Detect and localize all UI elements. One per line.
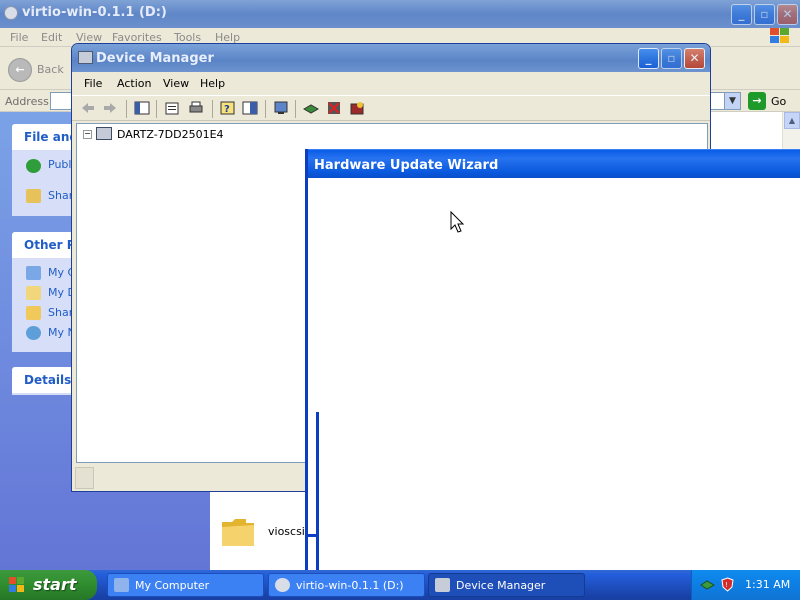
- maximize-button[interactable]: ▫: [754, 4, 775, 25]
- folder-item-vioscsi[interactable]: vioscsi: [218, 512, 308, 552]
- menu-file[interactable]: File: [84, 77, 102, 90]
- explorer-title: virtio-win-0.1.1 (D:): [22, 5, 167, 20]
- menu-file[interactable]: File: [10, 31, 28, 44]
- windows-logo-icon: [9, 577, 24, 592]
- close-button[interactable]: ✕: [684, 48, 705, 69]
- status-pane: [75, 467, 94, 489]
- taskbar-button-my-computer[interactable]: My Computer: [107, 573, 264, 597]
- scan-hardware-icon[interactable]: [273, 100, 289, 116]
- system-tray: ! 1:31 AM: [691, 570, 800, 600]
- properties-icon[interactable]: [164, 100, 180, 116]
- globe-icon: [26, 159, 41, 173]
- documents-folder-icon: [26, 286, 41, 300]
- share-folder-icon: [26, 189, 41, 203]
- back-arrow-icon[interactable]: ←: [8, 58, 32, 82]
- taskbar-button-label: Device Manager: [456, 579, 546, 592]
- window-border-artifact: [305, 534, 319, 537]
- show-hide-tree-icon[interactable]: [134, 100, 150, 116]
- device-manager-title: Device Manager: [96, 51, 214, 66]
- taskbar-button-label: My Computer: [135, 579, 210, 592]
- computer-icon: [96, 127, 112, 140]
- toolbar-separator: [212, 100, 213, 118]
- hardware-device-icon[interactable]: [700, 577, 715, 592]
- cd-drive-icon: [4, 6, 18, 20]
- cd-drive-icon: [275, 578, 290, 592]
- back-label[interactable]: Back: [37, 63, 64, 76]
- wizard-title: Hardware Update Wizard: [314, 158, 499, 173]
- device-manager-toolbar: ?: [72, 95, 710, 121]
- address-dropdown-icon[interactable]: ▼: [724, 92, 741, 110]
- menu-action[interactable]: Action: [117, 77, 151, 90]
- menu-help[interactable]: Help: [200, 77, 225, 90]
- uninstall-device-icon[interactable]: [349, 100, 365, 116]
- menu-view[interactable]: View: [163, 77, 189, 90]
- folder-icon: [222, 519, 254, 546]
- hardware-update-wizard-window: Hardware Update Wizard: [305, 149, 800, 570]
- device-manager-menu-bar: File Action View Help: [72, 72, 710, 94]
- close-button[interactable]: ✕: [777, 4, 798, 25]
- taskbar-button-virtio-win[interactable]: virtio-win-0.1.1 (D:): [268, 573, 425, 597]
- taskbar: start My Computer virtio-win-0.1.1 (D:) …: [0, 570, 800, 600]
- start-label: start: [33, 575, 77, 594]
- scroll-up-arrow-icon[interactable]: ▲: [784, 112, 800, 129]
- view-icon[interactable]: [242, 100, 258, 116]
- minimize-button[interactable]: _: [638, 48, 659, 69]
- taskbar-button-device-manager[interactable]: Device Manager: [428, 573, 585, 597]
- go-label[interactable]: Go: [771, 95, 786, 108]
- toolbar-separator: [265, 100, 266, 118]
- svg-text:!: !: [725, 581, 728, 589]
- folder-label: vioscsi: [268, 525, 305, 538]
- tree-root-computer[interactable]: DARTZ-7DD2501E4: [117, 128, 224, 141]
- svg-text:?: ?: [224, 104, 230, 115]
- clock[interactable]: 1:31 AM: [745, 578, 790, 591]
- back-arrow-icon[interactable]: [80, 100, 96, 116]
- toolbar-separator: [295, 100, 296, 118]
- windows-logo-icon: [770, 28, 789, 43]
- device-manager-icon: [435, 578, 450, 592]
- maximize-button[interactable]: ▫: [661, 48, 682, 69]
- folder-icon: [26, 306, 41, 320]
- computer-icon: [26, 266, 41, 280]
- device-manager-icon: [78, 51, 93, 64]
- update-driver-icon[interactable]: [303, 100, 319, 116]
- forward-arrow-icon[interactable]: [102, 100, 118, 116]
- window-border-artifact: [316, 412, 319, 570]
- computer-icon: [114, 578, 129, 592]
- disable-device-icon[interactable]: [326, 100, 342, 116]
- minimize-button[interactable]: _: [731, 4, 752, 25]
- task-label: Shar: [48, 189, 74, 202]
- place-label: Shar: [48, 306, 74, 319]
- security-shield-icon[interactable]: !: [720, 577, 735, 592]
- address-label: Address: [5, 95, 49, 108]
- device-manager-title-bar[interactable]: Device Manager _ ▫ ✕: [72, 44, 710, 72]
- wizard-title-bar[interactable]: Hardware Update Wizard: [308, 149, 800, 178]
- taskbar-button-label: virtio-win-0.1.1 (D:): [296, 579, 404, 592]
- toolbar-separator: [126, 100, 127, 118]
- go-arrow-icon[interactable]: →: [748, 92, 766, 110]
- help-icon[interactable]: ?: [220, 100, 236, 116]
- print-icon[interactable]: [188, 100, 204, 116]
- menu-edit[interactable]: Edit: [41, 31, 62, 44]
- network-icon: [26, 326, 41, 340]
- explorer-title-bar[interactable]: virtio-win-0.1.1 (D:) _ ▫ ✕: [0, 0, 800, 28]
- tree-collapse-toggle[interactable]: −: [83, 130, 92, 139]
- start-button[interactable]: start: [0, 570, 97, 600]
- mouse-cursor-icon: [450, 211, 465, 233]
- toolbar-separator: [156, 100, 157, 118]
